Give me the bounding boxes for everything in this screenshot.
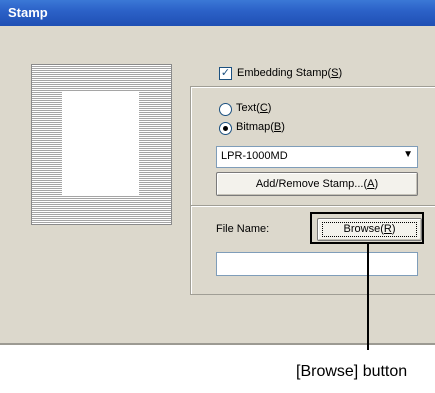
title-bar[interactable]: Stamp	[0, 0, 435, 26]
radio-selected-dot	[223, 126, 228, 131]
callout-line	[367, 244, 369, 350]
file-name-input[interactable]	[216, 252, 418, 276]
stamp-preview	[31, 64, 172, 225]
embedding-stamp-label[interactable]: Embedding Stamp(S)	[237, 67, 342, 79]
callout-label: [Browse] button	[296, 363, 408, 380]
preview-page	[62, 91, 139, 196]
add-remove-stamp-button[interactable]: Add/Remove Stamp...(A)	[216, 172, 418, 196]
stamp-select[interactable]: LPR-1000MD ▼	[216, 146, 418, 168]
stamp-dialog: Stamp ✓ Embedding Stamp(S) Text(C) Bitma…	[0, 0, 435, 345]
text-radio-label[interactable]: Text(C)	[236, 102, 271, 114]
browse-focus-ring	[322, 222, 417, 237]
bitmap-radio-label[interactable]: Bitmap(B)	[236, 121, 285, 133]
bitmap-radio[interactable]	[219, 122, 232, 135]
embedding-stamp-checkbox[interactable]: ✓	[219, 67, 232, 80]
text-radio[interactable]	[219, 103, 232, 116]
browse-button[interactable]: Browse(R)	[317, 218, 422, 241]
stamp-select-value: LPR-1000MD	[221, 150, 288, 162]
file-name-label: File Name:	[216, 223, 270, 235]
dialog-title: Stamp	[8, 5, 48, 20]
group-divider	[191, 205, 435, 207]
chevron-down-icon[interactable]: ▼	[403, 149, 413, 160]
